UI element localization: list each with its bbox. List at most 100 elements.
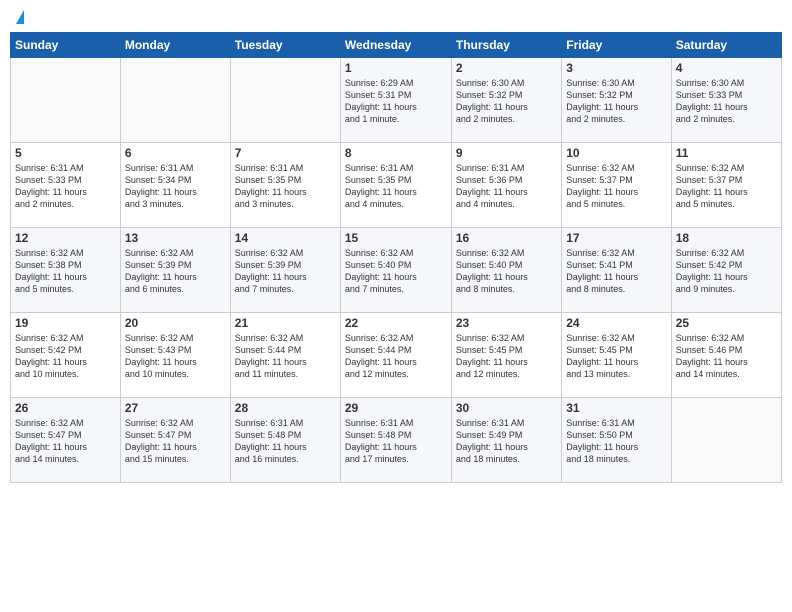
calendar-cell: 21 Sunrise: 6:32 AM Sunset: 5:44 PM Dayli…	[230, 313, 340, 398]
day-info: Sunrise: 6:30 AM Sunset: 5:32 PM Dayligh…	[456, 77, 557, 126]
day-number: 14	[235, 231, 336, 245]
calendar-cell: 18Sunrise: 6:32 AM Sunset: 5:42 PM Dayli…	[671, 228, 781, 313]
day-info: Sunrise: 6:32 AM Sunset: 5:46 PM Dayligh…	[676, 332, 777, 381]
day-info: Sunrise: 6:32 AM Sunset: 5:47 PM Dayligh…	[15, 417, 116, 466]
calendar-cell: 9 Sunrise: 6:31 AM Sunset: 5:36 PM Daylig…	[451, 143, 561, 228]
calendar-cell	[11, 58, 121, 143]
calendar-cell: 15 Sunrise: 6:32 AM Sunset: 5:40 PM Dayli…	[340, 228, 451, 313]
day-number: 6	[125, 146, 226, 160]
day-info: Sunrise: 6:32 AM Sunset: 5:44 PM Dayligh…	[345, 332, 447, 381]
day-info: Sunrise: 6:32 AM Sunset: 5:39 PM Dayligh…	[125, 247, 226, 296]
day-info: Sunrise: 6:30 AM Sunset: 5:33 PM Dayligh…	[676, 77, 777, 126]
day-number: 3	[566, 61, 666, 75]
day-info: Sunrise: 6:32 AM Sunset: 5:42 PM Dayligh…	[15, 332, 116, 381]
calendar-week-row: 1 Sunrise: 6:29 AM Sunset: 5:31 PM Daylig…	[11, 58, 782, 143]
col-header-friday: Friday	[562, 33, 671, 58]
day-info: Sunrise: 6:32 AM Sunset: 5:45 PM Dayligh…	[456, 332, 557, 381]
calendar-cell: 6 Sunrise: 6:31 AM Sunset: 5:34 PM Daylig…	[120, 143, 230, 228]
calendar-cell: 2 Sunrise: 6:30 AM Sunset: 5:32 PM Daylig…	[451, 58, 561, 143]
day-info: Sunrise: 6:32 AM Sunset: 5:45 PM Dayligh…	[566, 332, 666, 381]
calendar-cell: 30Sunrise: 6:31 AM Sunset: 5:49 PM Dayli…	[451, 398, 561, 483]
day-number: 18	[676, 231, 777, 245]
calendar-cell: 14 Sunrise: 6:32 AM Sunset: 5:39 PM Dayli…	[230, 228, 340, 313]
calendar-cell: 3 Sunrise: 6:30 AM Sunset: 5:32 PM Daylig…	[562, 58, 671, 143]
calendar-cell: 11Sunrise: 6:32 AM Sunset: 5:37 PM Dayli…	[671, 143, 781, 228]
col-header-wednesday: Wednesday	[340, 33, 451, 58]
calendar-cell: 8 Sunrise: 6:31 AM Sunset: 5:35 PM Daylig…	[340, 143, 451, 228]
day-info: Sunrise: 6:30 AM Sunset: 5:32 PM Dayligh…	[566, 77, 666, 126]
day-number: 16	[456, 231, 557, 245]
day-number: 12	[15, 231, 116, 245]
calendar-week-row: 5 Sunrise: 6:31 AM Sunset: 5:33 PM Daylig…	[11, 143, 782, 228]
day-number: 30	[456, 401, 557, 415]
day-number: 29	[345, 401, 447, 415]
day-number: 24	[566, 316, 666, 330]
day-number: 26	[15, 401, 116, 415]
day-number: 31	[566, 401, 666, 415]
calendar-cell: 19Sunrise: 6:32 AM Sunset: 5:42 PM Dayli…	[11, 313, 121, 398]
day-info: Sunrise: 6:31 AM Sunset: 5:48 PM Dayligh…	[235, 417, 336, 466]
day-info: Sunrise: 6:32 AM Sunset: 5:38 PM Dayligh…	[15, 247, 116, 296]
calendar-cell: 17 Sunrise: 6:32 AM Sunset: 5:41 PM Dayli…	[562, 228, 671, 313]
day-number: 9	[456, 146, 557, 160]
calendar-cell: 16 Sunrise: 6:32 AM Sunset: 5:40 PM Dayli…	[451, 228, 561, 313]
day-number: 27	[125, 401, 226, 415]
calendar-cell: 20Sunrise: 6:32 AM Sunset: 5:43 PM Dayli…	[120, 313, 230, 398]
day-info: Sunrise: 6:31 AM Sunset: 5:33 PM Dayligh…	[15, 162, 116, 211]
calendar-week-row: 26 Sunrise: 6:32 AM Sunset: 5:47 PM Dayli…	[11, 398, 782, 483]
day-info: Sunrise: 6:32 AM Sunset: 5:44 PM Dayligh…	[235, 332, 336, 381]
calendar-cell: 10 Sunrise: 6:32 AM Sunset: 5:37 PM Dayli…	[562, 143, 671, 228]
day-info: Sunrise: 6:32 AM Sunset: 5:41 PM Dayligh…	[566, 247, 666, 296]
day-info: Sunrise: 6:31 AM Sunset: 5:34 PM Dayligh…	[125, 162, 226, 211]
calendar-cell: 4 Sunrise: 6:30 AM Sunset: 5:33 PM Daylig…	[671, 58, 781, 143]
calendar-cell: 31 Sunrise: 6:31 AM Sunset: 5:50 PM Dayli…	[562, 398, 671, 483]
day-info: Sunrise: 6:31 AM Sunset: 5:48 PM Dayligh…	[345, 417, 447, 466]
day-number: 7	[235, 146, 336, 160]
page-header	[10, 10, 782, 24]
day-info: Sunrise: 6:32 AM Sunset: 5:37 PM Dayligh…	[566, 162, 666, 211]
day-info: Sunrise: 6:32 AM Sunset: 5:40 PM Dayligh…	[456, 247, 557, 296]
day-info: Sunrise: 6:32 AM Sunset: 5:40 PM Dayligh…	[345, 247, 447, 296]
day-number: 8	[345, 146, 447, 160]
calendar-cell: 23 Sunrise: 6:32 AM Sunset: 5:45 PM Dayli…	[451, 313, 561, 398]
calendar-week-row: 19Sunrise: 6:32 AM Sunset: 5:42 PM Dayli…	[11, 313, 782, 398]
calendar-cell: 13Sunrise: 6:32 AM Sunset: 5:39 PM Dayli…	[120, 228, 230, 313]
calendar-cell	[230, 58, 340, 143]
day-number: 17	[566, 231, 666, 245]
day-number: 10	[566, 146, 666, 160]
calendar-cell: 25 Sunrise: 6:32 AM Sunset: 5:46 PM Dayli…	[671, 313, 781, 398]
day-info: Sunrise: 6:32 AM Sunset: 5:43 PM Dayligh…	[125, 332, 226, 381]
calendar-cell: 7Sunrise: 6:31 AM Sunset: 5:35 PM Daylig…	[230, 143, 340, 228]
calendar-cell: 22 Sunrise: 6:32 AM Sunset: 5:44 PM Dayli…	[340, 313, 451, 398]
day-number: 2	[456, 61, 557, 75]
day-number: 15	[345, 231, 447, 245]
day-info: Sunrise: 6:32 AM Sunset: 5:47 PM Dayligh…	[125, 417, 226, 466]
calendar-week-row: 12 Sunrise: 6:32 AM Sunset: 5:38 PM Dayli…	[11, 228, 782, 313]
day-number: 22	[345, 316, 447, 330]
calendar-cell: 28Sunrise: 6:31 AM Sunset: 5:48 PM Dayli…	[230, 398, 340, 483]
day-number: 21	[235, 316, 336, 330]
calendar-cell: 12 Sunrise: 6:32 AM Sunset: 5:38 PM Dayli…	[11, 228, 121, 313]
day-info: Sunrise: 6:29 AM Sunset: 5:31 PM Dayligh…	[345, 77, 447, 126]
col-header-sunday: Sunday	[11, 33, 121, 58]
logo-triangle-icon	[16, 10, 24, 24]
calendar-table: SundayMondayTuesdayWednesdayThursdayFrid…	[10, 32, 782, 483]
logo	[14, 10, 24, 24]
day-info: Sunrise: 6:32 AM Sunset: 5:37 PM Dayligh…	[676, 162, 777, 211]
day-number: 5	[15, 146, 116, 160]
day-info: Sunrise: 6:32 AM Sunset: 5:39 PM Dayligh…	[235, 247, 336, 296]
day-info: Sunrise: 6:31 AM Sunset: 5:50 PM Dayligh…	[566, 417, 666, 466]
day-info: Sunrise: 6:31 AM Sunset: 5:36 PM Dayligh…	[456, 162, 557, 211]
col-header-saturday: Saturday	[671, 33, 781, 58]
col-header-monday: Monday	[120, 33, 230, 58]
day-number: 23	[456, 316, 557, 330]
day-number: 25	[676, 316, 777, 330]
day-number: 1	[345, 61, 447, 75]
day-info: Sunrise: 6:31 AM Sunset: 5:35 PM Dayligh…	[345, 162, 447, 211]
calendar-cell: 26 Sunrise: 6:32 AM Sunset: 5:47 PM Dayli…	[11, 398, 121, 483]
col-header-thursday: Thursday	[451, 33, 561, 58]
calendar-cell: 5 Sunrise: 6:31 AM Sunset: 5:33 PM Daylig…	[11, 143, 121, 228]
calendar-cell: 29 Sunrise: 6:31 AM Sunset: 5:48 PM Dayli…	[340, 398, 451, 483]
calendar-cell	[120, 58, 230, 143]
day-number: 4	[676, 61, 777, 75]
